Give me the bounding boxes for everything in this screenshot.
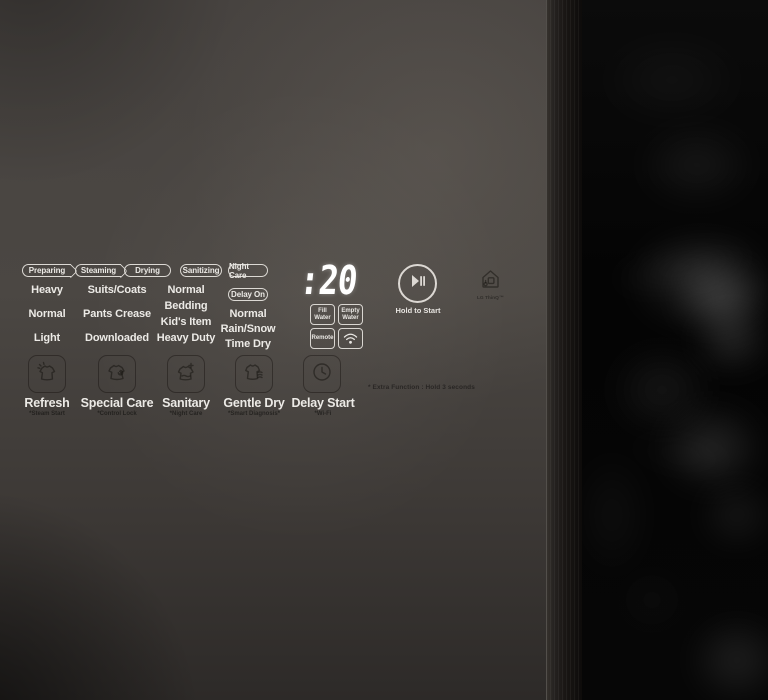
mode-label: Time Dry: [216, 338, 280, 350]
mode-label: Suits/Coats: [82, 284, 152, 296]
special-care-button-label: Special Care: [77, 396, 157, 410]
refresh-mode-list: Heavy Normal Light: [19, 284, 75, 356]
time-display: :20: [298, 261, 368, 301]
mode-label: Normal: [153, 284, 219, 296]
start-button[interactable]: [398, 264, 437, 303]
gentle-dry-button[interactable]: [235, 355, 273, 393]
mode-label: Rain/Snow: [216, 323, 280, 335]
sanitary-garment-icon: [172, 358, 200, 391]
mode-label: Heavy Duty: [153, 332, 219, 344]
delay-start-button[interactable]: [303, 355, 341, 393]
smart-home-caption: LG ThinQ™: [477, 296, 503, 301]
delay-start-hold-function: *Wi-Fi: [286, 411, 360, 417]
dry-mode-list: Delay On Normal Rain/Snow Time Dry: [216, 284, 280, 353]
status-sanitizing: Sanitizing: [180, 264, 222, 277]
delay-on-indicator: Delay On: [228, 288, 268, 301]
sanitary-hold-function: *Night Care: [151, 411, 221, 417]
delay-start-button-label: Delay Start: [286, 396, 360, 410]
steam-interior: [582, 0, 768, 700]
sanitary-mode-list: Normal Bedding Kid's Item Heavy Duty: [153, 284, 219, 348]
mode-label: Pants Crease: [82, 308, 152, 320]
special-care-hold-function: *Control Lock: [77, 411, 157, 417]
status-night-care: Night Care: [228, 264, 268, 277]
smart-home-mark: LG ThinQ™: [477, 268, 503, 301]
mode-label: Kid's Item: [153, 316, 219, 328]
mode-label: Light: [19, 332, 75, 344]
gentle-dry-button-label: Gentle Dry: [217, 396, 291, 410]
mode-label: Heavy: [19, 284, 75, 296]
fill-water-indicator: Fill Water: [310, 304, 335, 325]
mode-label: Normal: [216, 308, 280, 320]
control-panel: Preparing Steaming Drying Sanitizing Nig…: [0, 0, 546, 700]
empty-water-indicator: Empty Water: [338, 304, 363, 325]
extra-function-note: * Extra Function : Hold 3 seconds: [368, 384, 475, 391]
refresh-button-label: Refresh: [12, 396, 82, 410]
status-steaming: Steaming: [75, 264, 121, 277]
mode-label: Normal: [19, 308, 75, 320]
sanitary-button-label: Sanitary: [151, 396, 221, 410]
refresh-button[interactable]: [28, 355, 66, 393]
styler-control-panel-photo: Preparing Steaming Drying Sanitizing Nig…: [0, 0, 768, 700]
mode-label: Downloaded: [82, 332, 152, 344]
special-care-garment-icon: [103, 358, 131, 391]
status-drying: Drying: [124, 264, 171, 277]
door-edge: [546, 0, 582, 700]
sanitary-button[interactable]: [167, 355, 205, 393]
remote-indicator: Remote: [310, 328, 335, 349]
gentle-dry-hold-function: *Smart Diagnosis*: [217, 411, 291, 417]
smart-home-icon: [479, 277, 502, 294]
status-preparing: Preparing: [22, 264, 71, 277]
mode-label: Bedding: [153, 300, 219, 312]
delay-clock-icon: [309, 359, 335, 390]
special-care-mode-list: Suits/Coats Pants Crease Downloaded: [82, 284, 152, 356]
wifi-icon: [338, 328, 363, 349]
special-care-button[interactable]: [98, 355, 136, 393]
indicator-badges: Fill Water Empty Water Remote: [310, 304, 363, 349]
play-pause-icon: [410, 274, 426, 293]
gentle-dry-garment-icon: [240, 358, 268, 391]
refresh-hold-function: *Steam Start: [12, 411, 82, 417]
start-button-label: Hold to Start: [384, 306, 452, 315]
refresh-garment-icon: [33, 358, 61, 391]
